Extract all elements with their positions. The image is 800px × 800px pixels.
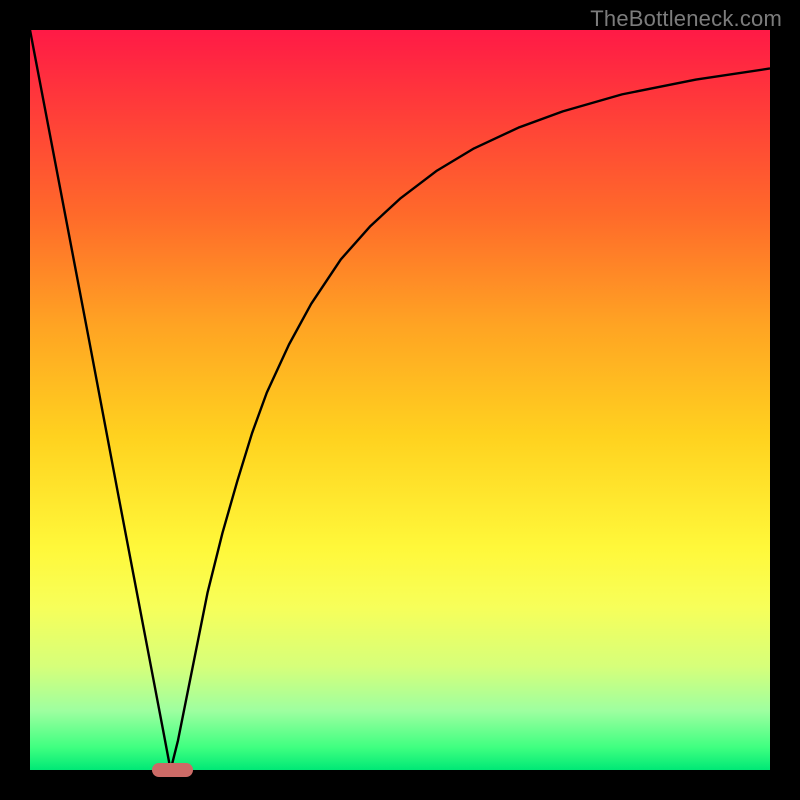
optimal-range-marker — [152, 763, 193, 777]
chart-frame: TheBottleneck.com — [0, 0, 800, 800]
watermark-text: TheBottleneck.com — [590, 6, 782, 32]
plot-area — [30, 30, 770, 770]
curve-layer — [30, 30, 770, 770]
bottleneck-curve — [30, 30, 770, 770]
